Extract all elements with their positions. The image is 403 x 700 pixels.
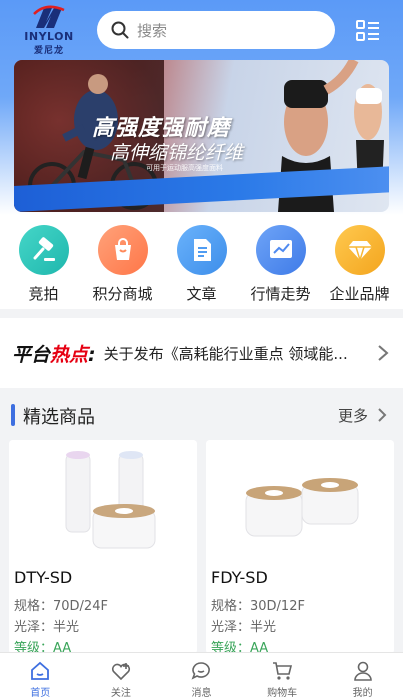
nav-market-trend[interactable]: 行情走势 xyxy=(242,215,320,309)
product-card[interactable]: FDY-SD 规格：30D/12F 光泽：半光 等级：AA xyxy=(206,440,394,654)
product-gloss: 光泽：半光 xyxy=(14,620,80,635)
chat-bubble-icon xyxy=(192,662,211,680)
tab-home-label: 首页 xyxy=(30,688,51,699)
product-gloss: 光泽：半光 xyxy=(211,620,277,635)
shopping-bag-icon xyxy=(97,225,148,275)
tab-home[interactable]: 首页 xyxy=(0,653,81,700)
app-logo[interactable]: INYLON 爱尼龙 xyxy=(18,4,80,56)
bottom-tab-bar: 首页 关注 消息 购物车 我的 xyxy=(0,652,403,700)
hot-news-tag-part1: 平台 xyxy=(12,343,51,366)
quick-nav: 竞拍 积分商城 文章 行情走势 企业品牌 xyxy=(0,215,403,309)
platform-hot-news[interactable]: 平台热点: 关于发布《高耗能行业重点 领域能... xyxy=(0,318,403,388)
search-placeholder: 搜索 xyxy=(137,21,168,40)
document-icon xyxy=(176,225,227,275)
tab-mine[interactable]: 我的 xyxy=(322,653,403,700)
nav-auction[interactable]: 竞拍 xyxy=(5,215,83,309)
nav-points-mall[interactable]: 积分商城 xyxy=(84,215,162,309)
search-icon xyxy=(111,21,129,39)
nav-points-mall-label: 积分商城 xyxy=(92,285,153,303)
hot-news-text: 关于发布《高耗能行业重点 领域能... xyxy=(103,344,348,363)
gavel-icon xyxy=(18,225,69,275)
tab-cart-label: 购物车 xyxy=(267,688,298,699)
diamond-icon xyxy=(334,225,385,275)
product-card[interactable]: DTY-SD 规格：70D/24F 光泽：半光 等级：AA xyxy=(9,440,197,654)
product-spec: 规格：70D/24F xyxy=(14,599,108,614)
trend-chart-icon xyxy=(255,225,306,275)
product-spec: 规格：30D/12F xyxy=(211,599,305,614)
tab-cart[interactable]: 购物车 xyxy=(242,653,323,700)
nav-brand-label: 企业品牌 xyxy=(329,285,390,303)
hot-news-tag-colon: : xyxy=(88,343,96,366)
tab-follow-label: 关注 xyxy=(110,688,131,699)
tab-messages-label: 消息 xyxy=(191,688,212,699)
hot-news-tag: 平台热点: xyxy=(12,340,96,367)
banner-tiny-text: 可用于运动服高强度面料 xyxy=(146,164,223,172)
nav-brand[interactable]: 企业品牌 xyxy=(321,215,399,309)
nav-auction-label: 竞拍 xyxy=(28,285,59,303)
banner-subline: 高伸缩锦纶纤维 xyxy=(110,142,244,164)
section-title: 精选商品 xyxy=(23,407,95,428)
nav-articles-label: 文章 xyxy=(186,285,217,303)
featured-products: 精选商品 更多 DTY-SD 规格：70D/24F 光泽：半光 等级：AA FD… xyxy=(0,392,403,654)
product-name: DTY-SD xyxy=(14,568,73,587)
home-icon xyxy=(31,661,50,680)
section-header: 精选商品 更多 xyxy=(0,392,403,438)
list-menu-icon[interactable] xyxy=(356,20,380,42)
nav-market-trend-label: 行情走势 xyxy=(250,285,311,303)
product-image xyxy=(206,440,394,558)
chevron-right-icon[interactable] xyxy=(377,344,389,362)
heart-plus-icon xyxy=(111,663,130,681)
tab-mine-label: 我的 xyxy=(352,688,373,699)
logo-mark-icon xyxy=(33,5,65,28)
hot-news-tag-part2: 热点 xyxy=(50,343,89,366)
tab-follow[interactable]: 关注 xyxy=(81,653,162,700)
more-link[interactable]: 更多 xyxy=(338,405,368,426)
user-icon xyxy=(353,661,372,681)
search-input[interactable]: 搜索 xyxy=(97,11,335,49)
logo-brand: INYLON xyxy=(24,30,74,43)
chevron-right-icon[interactable] xyxy=(377,407,387,423)
section-accent-bar xyxy=(11,404,15,426)
product-image xyxy=(9,440,197,558)
tab-messages[interactable]: 消息 xyxy=(161,653,242,700)
nav-articles[interactable]: 文章 xyxy=(163,215,241,309)
logo-brand-cn: 爱尼龙 xyxy=(33,46,64,56)
promo-banner[interactable]: 高强度强耐磨 高伸缩锦纶纤维 可用于运动服高强度面料 xyxy=(14,60,389,212)
cart-icon xyxy=(273,662,293,680)
product-name: FDY-SD xyxy=(211,568,268,587)
